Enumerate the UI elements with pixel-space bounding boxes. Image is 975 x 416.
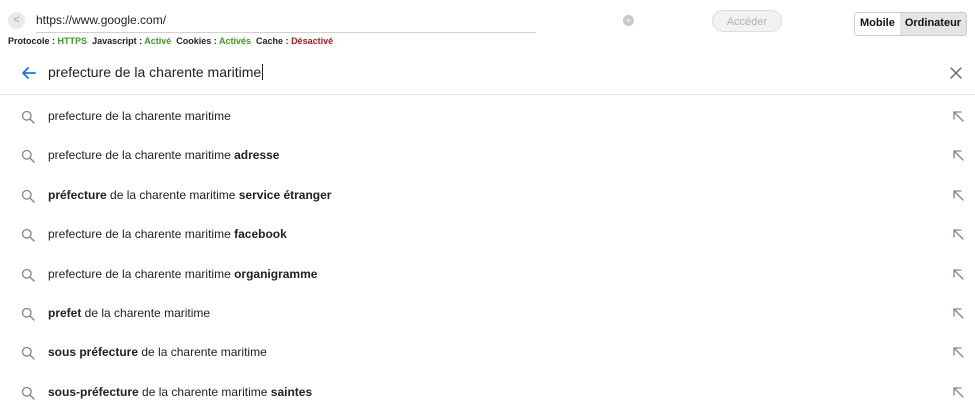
search-icon [21, 307, 35, 321]
suggestion-text-bold: service étranger [238, 187, 332, 202]
suggestion-item[interactable]: prefecture de la charente maritime adres… [0, 136, 975, 175]
suggestion-text: sous préfecture de la charente maritime [48, 345, 267, 359]
arrow-up-left-icon[interactable] [951, 109, 965, 123]
browser-back-button[interactable]: < [8, 12, 25, 29]
search-icon [21, 189, 35, 203]
mode-desktop-button[interactable]: Ordinateur [899, 13, 967, 35]
browser-toolbar: < https://www.google.com/ × Accéder Mobi… [0, 0, 975, 48]
arrow-up-left-icon[interactable] [951, 267, 965, 281]
suggestion-text-bold: facebook [234, 227, 287, 242]
arrow-up-left-icon[interactable] [951, 227, 965, 241]
search-icon [21, 386, 35, 400]
suggestion-item[interactable]: prefecture de la charente maritime [0, 97, 975, 136]
suggestion-text-part: prefecture de la charente maritime [48, 227, 235, 242]
arrow-up-left-icon[interactable] [951, 188, 965, 202]
suggestion-text-bold: saintes [270, 384, 313, 399]
suggestion-text-part: de la charente maritime [138, 345, 267, 360]
search-icon [21, 268, 35, 282]
go-button[interactable]: Accéder [712, 10, 782, 32]
text-caret [262, 64, 264, 80]
cache-value: Désactivé [291, 36, 334, 46]
suggestion-text-bold: adresse [234, 148, 280, 163]
search-icon [21, 150, 35, 164]
arrow-up-left-icon[interactable] [951, 148, 965, 162]
url-underline [36, 32, 536, 33]
suggestion-text-part: prefecture de la charente maritime [48, 266, 235, 281]
back-arrow-icon[interactable] [20, 60, 36, 84]
suggestion-text: prefecture de la charente maritime adres… [48, 148, 279, 162]
clear-url-icon[interactable]: × [623, 15, 634, 26]
close-icon[interactable] [949, 61, 963, 83]
suggestion-item[interactable]: prefecture de la charente maritime organ… [0, 255, 975, 294]
cookies-value: Activés [218, 36, 252, 46]
suggestion-text: prefecture de la charente maritime faceb… [48, 227, 287, 241]
mode-mobile-button[interactable]: Mobile [855, 13, 900, 35]
status-line: Protocole : HTTPS Javascript : Activé Co… [8, 36, 333, 46]
arrow-up-left-icon[interactable] [951, 306, 965, 320]
suggestion-text-part: prefecture de la charente maritime [48, 109, 231, 123]
arrow-up-left-icon[interactable] [951, 385, 965, 399]
suggestion-text-bold: sous-préfecture [48, 384, 139, 399]
javascript-label: Javascript : [92, 36, 143, 46]
suggestion-text-part: prefecture de la charente maritime [48, 148, 235, 163]
cookies-label: Cookies : [176, 36, 217, 46]
javascript-value: Activé [144, 36, 172, 46]
suggestion-text-bold: sous préfecture [48, 345, 139, 360]
search-input[interactable]: prefecture de la charente maritime [48, 64, 264, 80]
view-mode-toggle: Mobile Ordinateur [854, 12, 968, 36]
cache-label: Cache : [256, 36, 289, 46]
suggestion-text: préfecture de la charente maritime servi… [48, 188, 331, 202]
suggestion-text-bold: préfecture [48, 187, 107, 202]
suggestion-item[interactable]: prefecture de la charente maritime faceb… [0, 215, 975, 254]
suggestion-text-part: de la charente maritime [138, 384, 271, 399]
suggestion-text-part: de la charente maritime [81, 305, 211, 320]
suggestion-text-bold: organigramme [234, 266, 318, 281]
suggestion-item[interactable]: prefet de la charente maritime [0, 294, 975, 333]
search-icon [21, 229, 35, 242]
suggestion-item[interactable]: préfecture de la charente maritime servi… [0, 176, 975, 215]
search-icon [21, 110, 35, 124]
suggestion-item[interactable]: sous préfecture de la charente maritime [0, 333, 975, 372]
protocol-label: Protocole : [8, 36, 56, 46]
search-bar: prefecture de la charente maritime [0, 52, 975, 95]
suggestion-text: sous-préfecture de la charente maritime … [48, 385, 312, 399]
url-field[interactable]: https://www.google.com/ [36, 13, 166, 27]
suggestion-text-part: de la charente maritime [106, 187, 239, 202]
suggestion-list: prefecture de la charente maritime prefec… [0, 97, 975, 412]
suggestion-text: prefet de la charente maritime [48, 306, 210, 320]
suggestion-text-bold: prefet [48, 305, 82, 320]
arrow-up-left-icon[interactable] [951, 345, 965, 359]
suggestion-text: prefecture de la charente maritime [48, 109, 231, 123]
suggestion-item[interactable]: sous-préfecture de la charente maritime … [0, 373, 975, 412]
suggestion-text: prefecture de la charente maritime organ… [48, 267, 317, 281]
search-icon [21, 347, 35, 361]
protocol-value: HTTPS [57, 36, 88, 46]
search-query-text: prefecture de la charente maritime [48, 64, 262, 80]
